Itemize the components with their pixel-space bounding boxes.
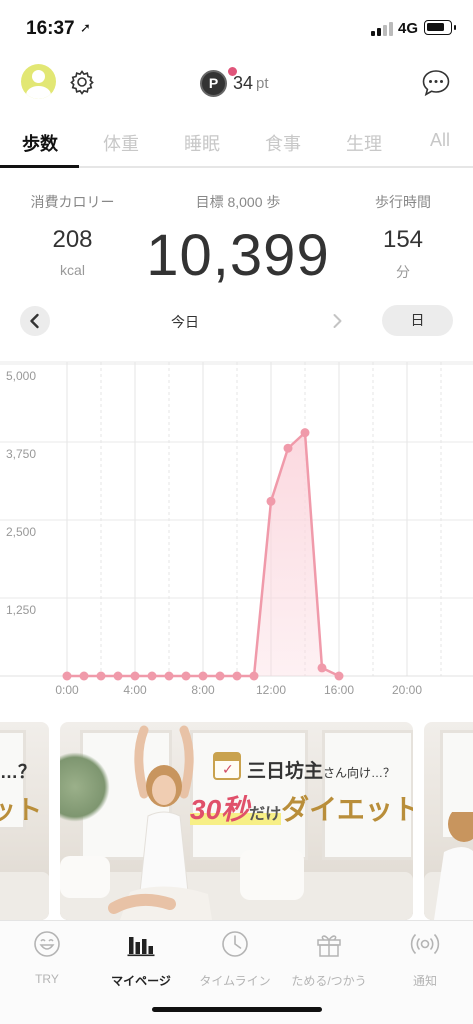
steps-chart: 5,000 3,750 2,500 1,250 0:00 4:00 8:00 12:00 16:… bbox=[0, 350, 473, 710]
clock-icon bbox=[222, 931, 248, 957]
calories-value: 208 bbox=[52, 226, 93, 253]
home-indicator bbox=[152, 1007, 322, 1012]
data-point bbox=[198, 671, 208, 681]
banner-main-text: 30秒だけダイエット bbox=[190, 794, 413, 825]
steps-value: 10,399 bbox=[146, 223, 330, 288]
data-point bbox=[266, 496, 276, 506]
tabbar-mypage-label: マイページ bbox=[111, 974, 171, 988]
data-point bbox=[283, 443, 293, 453]
promo-banner-prev[interactable]: …？ ット bbox=[0, 722, 49, 920]
data-point bbox=[62, 671, 72, 681]
data-point bbox=[96, 671, 106, 681]
data-point bbox=[113, 671, 123, 681]
tabbar-timeline-label: タイムライン bbox=[199, 974, 271, 988]
banner-subtitle: 三日坊主さん向け…？ bbox=[247, 761, 396, 782]
points-indicator[interactable]: P 34 pt bbox=[200, 66, 269, 98]
data-point bbox=[181, 671, 191, 681]
tabbar-notifications-label: 通知 bbox=[412, 974, 437, 988]
next-period-button[interactable] bbox=[322, 306, 352, 336]
y-tick-label: 1,250 bbox=[6, 603, 36, 617]
data-point bbox=[317, 663, 327, 673]
tabbar-try-label: TRY bbox=[35, 972, 59, 986]
walk-time-label: 歩行時間 bbox=[375, 194, 431, 210]
chevron-left-icon bbox=[30, 313, 39, 329]
tabbar-mypage[interactable]: マイページ bbox=[96, 929, 186, 989]
data-point bbox=[300, 428, 310, 438]
period-label: 今日 bbox=[171, 314, 199, 330]
next-banner-image bbox=[434, 812, 473, 920]
battery-icon bbox=[424, 20, 456, 35]
points-icon: P bbox=[200, 66, 237, 97]
category-tabs: 歩数 体重 睡眠 食事 生理 All bbox=[0, 120, 473, 168]
points-unit: pt bbox=[256, 74, 269, 92]
tab-all[interactable]: All bbox=[400, 130, 473, 151]
previous-period-button[interactable] bbox=[20, 306, 50, 336]
broadcast-icon bbox=[410, 933, 440, 955]
x-tick-label: 0:00 bbox=[55, 683, 79, 697]
promo-banner[interactable]: 三日坊主さん向け…？ 30秒だけダイエット bbox=[60, 722, 413, 920]
tab-steps[interactable]: 歩数 bbox=[0, 130, 80, 156]
data-point bbox=[249, 671, 259, 681]
data-point bbox=[215, 671, 225, 681]
data-point bbox=[232, 671, 242, 681]
calories-label: 消費カロリー bbox=[30, 194, 115, 210]
x-tick-label: 4:00 bbox=[123, 683, 147, 697]
tabbar-notifications[interactable]: 通知 bbox=[380, 929, 470, 989]
smile-icon bbox=[34, 931, 60, 957]
avatar-icon[interactable] bbox=[21, 64, 56, 99]
tab-period[interactable]: 生理 bbox=[324, 130, 404, 156]
steps-chart-svg: 5,000 3,750 2,500 1,250 0:00 4:00 8:00 12:00 16:… bbox=[0, 361, 473, 697]
y-tick-label: 2,500 bbox=[6, 525, 36, 539]
tabbar-try[interactable]: TRY bbox=[2, 929, 92, 986]
walk-time-unit: 分 bbox=[396, 264, 410, 280]
x-tick-label: 12:00 bbox=[256, 683, 286, 697]
data-point bbox=[147, 671, 157, 681]
status-time: 16:37 bbox=[26, 18, 75, 39]
gift-icon bbox=[317, 935, 341, 957]
gear-icon[interactable] bbox=[69, 69, 95, 95]
chevron-right-icon bbox=[333, 314, 342, 328]
notification-dot bbox=[228, 66, 237, 76]
y-tick-label: 3,750 bbox=[6, 447, 36, 461]
promo-banner-next[interactable] bbox=[424, 722, 473, 920]
active-tab-indicator bbox=[0, 165, 79, 168]
data-point bbox=[164, 671, 174, 681]
data-point bbox=[334, 671, 344, 681]
points-value: 34 bbox=[233, 72, 254, 93]
tabbar-points-label: ためる/つかう bbox=[291, 974, 367, 988]
data-point bbox=[79, 671, 89, 681]
tab-weight[interactable]: 体重 bbox=[81, 130, 161, 156]
chat-icon[interactable] bbox=[421, 68, 451, 98]
prev-banner-title: ット bbox=[0, 795, 43, 825]
y-tick-label: 5,000 bbox=[6, 369, 36, 383]
x-tick-label: 16:00 bbox=[324, 683, 354, 697]
calories-unit: kcal bbox=[60, 262, 85, 278]
promo-carousel: …？ ット 三日坊主さん向け…？ 30秒だけダイエット bbox=[0, 722, 473, 920]
prev-banner-subtitle: …？ bbox=[0, 762, 36, 782]
status-bar: 16:37 ➚ 4G bbox=[0, 0, 473, 56]
data-point bbox=[130, 671, 140, 681]
x-tick-label: 20:00 bbox=[392, 683, 422, 697]
tab-sleep[interactable]: 睡眠 bbox=[162, 130, 242, 156]
tabbar-points[interactable]: ためる/つかう bbox=[284, 929, 374, 989]
banner-headline: 三日坊主さん向け…？ bbox=[213, 750, 413, 784]
goal-label: 目標 8,000 歩 bbox=[195, 194, 281, 210]
x-tick-label: 8:00 bbox=[191, 683, 215, 697]
walk-time-value: 154 bbox=[382, 226, 424, 253]
calendar-icon bbox=[213, 752, 241, 780]
tabbar-timeline[interactable]: タイムライン bbox=[190, 929, 280, 989]
network-label: 4G bbox=[398, 20, 419, 37]
bar-chart-icon bbox=[127, 937, 155, 957]
tab-meal[interactable]: 食事 bbox=[243, 130, 323, 156]
step-summary: 消費カロリー 208 kcal 目標 8,000 歩 10,399 歩行時間 1… bbox=[0, 170, 473, 290]
signal-icon bbox=[371, 22, 395, 36]
location-arrow-icon: ➚ bbox=[80, 20, 91, 35]
range-selector[interactable]: 日 bbox=[382, 305, 453, 336]
